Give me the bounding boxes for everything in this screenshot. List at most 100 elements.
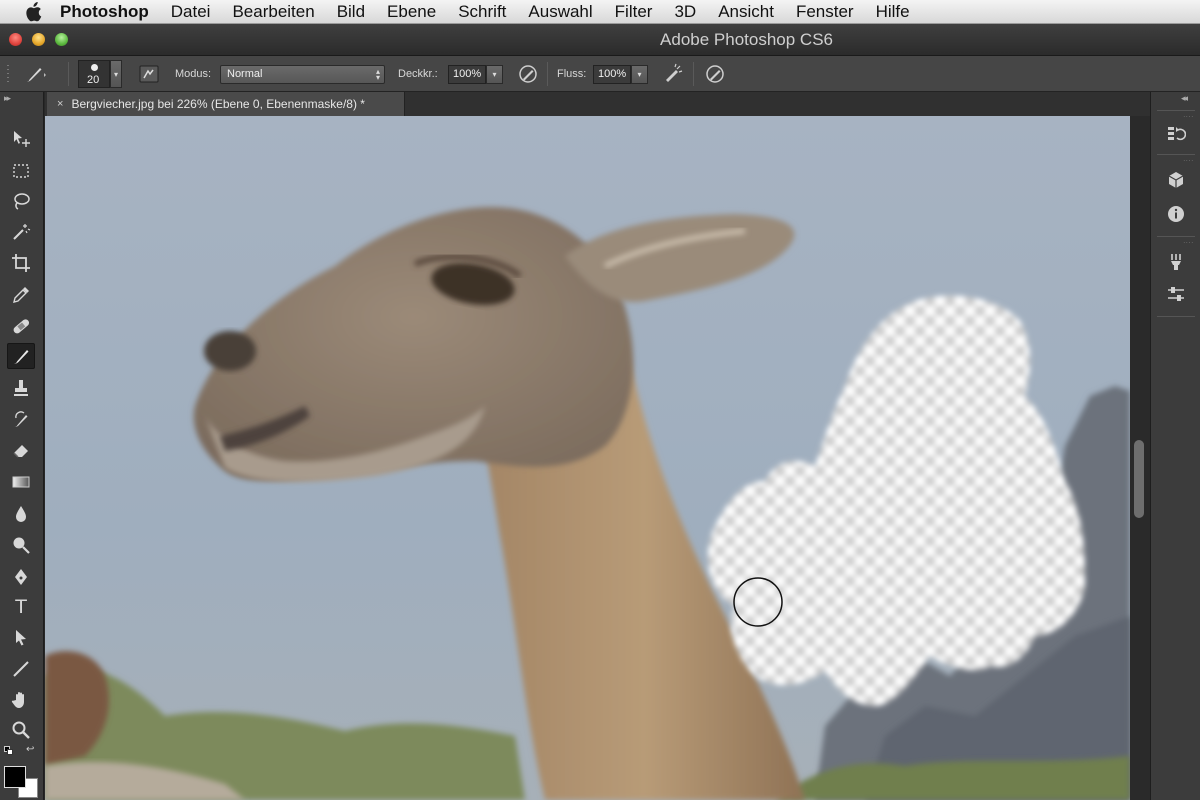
dock-separator	[1157, 154, 1195, 155]
path-selection-tool[interactable]	[7, 625, 35, 651]
scrollbar-thumb[interactable]	[1134, 440, 1144, 518]
menu-bar: Photoshop Datei Bearbeiten Bild Ebene Sc…	[0, 0, 1200, 24]
bandage-icon	[13, 319, 30, 334]
options-separator	[547, 62, 548, 86]
brush-size-swatch[interactable]: 20	[78, 60, 110, 88]
window-close-button[interactable]	[9, 33, 22, 46]
brush-size-dropdown-arrow[interactable]: ▾	[110, 60, 122, 88]
line-icon	[13, 661, 29, 677]
window-minimize-button[interactable]	[32, 33, 45, 46]
adjustments-panel-button[interactable]	[1163, 282, 1189, 306]
stamp-icon	[14, 380, 28, 396]
tool-preset-picker[interactable]	[22, 56, 48, 92]
expand-panels-icon[interactable]: ◂◂	[1181, 93, 1188, 104]
vertical-scrollbar[interactable]	[1130, 116, 1150, 800]
collapse-panel-icon[interactable]: ▸▸	[4, 93, 11, 104]
pressure-opacity-toggle[interactable]	[517, 56, 539, 92]
menu-app-photoshop[interactable]: Photoshop	[60, 0, 149, 24]
menu-hilfe[interactable]: Hilfe	[876, 0, 910, 24]
options-bar: 20 ▾ Modus: Normal ▴ ▾ Deckkr.: 100% ▾ Fl…	[0, 56, 1200, 92]
default-colors-icon[interactable]	[4, 746, 14, 756]
brush-presets-icon	[1171, 254, 1181, 270]
info-icon	[1168, 206, 1184, 222]
apple-icon[interactable]	[22, 1, 44, 22]
brush-panel-icon	[139, 65, 159, 83]
line-tool[interactable]	[7, 656, 35, 682]
clone-stamp-tool[interactable]	[7, 375, 35, 401]
airbrush-toggle[interactable]	[662, 56, 684, 92]
pen-pressure-opacity-icon	[519, 65, 537, 83]
lasso-tool[interactable]	[7, 188, 35, 214]
brush-icon	[13, 350, 29, 364]
updown-arrows-icon: ▴ ▾	[375, 66, 380, 82]
cube-icon	[1168, 172, 1184, 188]
dock-grip[interactable]: ∙∙∙∙	[1183, 240, 1194, 246]
opacity-dropdown-button[interactable]: ▾	[486, 64, 503, 84]
eyedropper-tool[interactable]	[7, 282, 35, 308]
menu-bild[interactable]: Bild	[337, 0, 365, 24]
magnifier-icon	[12, 721, 30, 739]
mode-value: Normal	[227, 67, 263, 80]
crop-tool[interactable]	[7, 250, 35, 276]
gradient-tool[interactable]	[7, 469, 35, 495]
opacity-field[interactable]: 100%	[448, 64, 486, 84]
dock-separator	[1157, 316, 1195, 317]
canvas-image[interactable]	[45, 116, 1130, 800]
hand-icon	[11, 692, 24, 708]
magic-wand-tool[interactable]	[7, 219, 35, 245]
tab-close-icon[interactable]: ×	[57, 98, 63, 110]
document-canvas[interactable]	[45, 116, 1130, 800]
flow-dropdown-button[interactable]: ▾	[631, 64, 648, 84]
tool-panel: ▸▸ T ↩	[0, 92, 44, 800]
3d-panel-button[interactable]	[1163, 168, 1189, 192]
pen-nib-icon	[15, 569, 27, 585]
menu-ansicht[interactable]: Ansicht	[718, 0, 774, 24]
zoom-tool[interactable]	[7, 717, 35, 743]
history-brush-tool[interactable]	[7, 406, 35, 432]
lasso-icon	[14, 193, 30, 210]
history-icon	[1168, 127, 1186, 141]
history-panel-button[interactable]	[1163, 122, 1189, 146]
dock-grip[interactable]: ∙∙∙∙	[1183, 114, 1194, 120]
flow-label: Fluss:	[557, 68, 587, 80]
brush-presets-panel-button[interactable]	[1163, 250, 1189, 274]
flow-field[interactable]: 100%	[593, 64, 631, 84]
brush-tool[interactable]	[7, 343, 35, 369]
window-zoom-button[interactable]	[55, 33, 68, 46]
brush-panel-toggle[interactable]	[138, 56, 160, 92]
window-title: Adobe Photoshop CS6	[660, 30, 833, 49]
menu-filter[interactable]: Filter	[615, 0, 653, 24]
dodge-tool[interactable]	[7, 532, 35, 558]
swap-colors-icon[interactable]: ↩	[26, 744, 34, 755]
pen-tool[interactable]	[7, 564, 35, 590]
type-tool-label: T	[15, 596, 27, 618]
foreground-color-swatch[interactable]	[4, 766, 26, 788]
menu-auswahl[interactable]: Auswahl	[528, 0, 592, 24]
blur-tool[interactable]	[7, 501, 35, 527]
info-panel-button[interactable]	[1163, 202, 1189, 226]
menu-fenster[interactable]: Fenster	[796, 0, 854, 24]
dock-separator	[1157, 110, 1195, 111]
mode-dropdown[interactable]: Normal ▴ ▾	[220, 64, 385, 84]
options-grip	[6, 56, 10, 92]
menu-datei[interactable]: Datei	[171, 0, 211, 24]
move-tool[interactable]	[7, 126, 35, 152]
brush-preset-icon	[26, 68, 46, 82]
menu-3d[interactable]: 3D	[674, 0, 696, 24]
pressure-size-toggle[interactable]	[704, 56, 726, 92]
type-tool[interactable]: T	[7, 594, 35, 620]
marquee-tool[interactable]	[7, 158, 35, 184]
window-title-bar: Adobe Photoshop CS6	[0, 24, 1200, 56]
healing-brush-tool[interactable]	[7, 313, 35, 339]
dock-separator	[1157, 236, 1195, 237]
document-tab[interactable]: × Bergviecher.jpg bei 226% (Ebene 0, Ebe…	[47, 92, 405, 116]
brush-size-picker[interactable]: 20 ▾	[78, 56, 122, 92]
hand-tool[interactable]	[7, 687, 35, 713]
eraser-icon	[13, 445, 28, 458]
menu-ebene[interactable]: Ebene	[387, 0, 436, 24]
opacity-label: Deckkr.:	[398, 68, 438, 80]
dock-grip[interactable]: ∙∙∙∙	[1183, 158, 1194, 164]
menu-schrift[interactable]: Schrift	[458, 0, 506, 24]
eraser-tool[interactable]	[7, 437, 35, 463]
menu-bearbeiten[interactable]: Bearbeiten	[232, 0, 314, 24]
